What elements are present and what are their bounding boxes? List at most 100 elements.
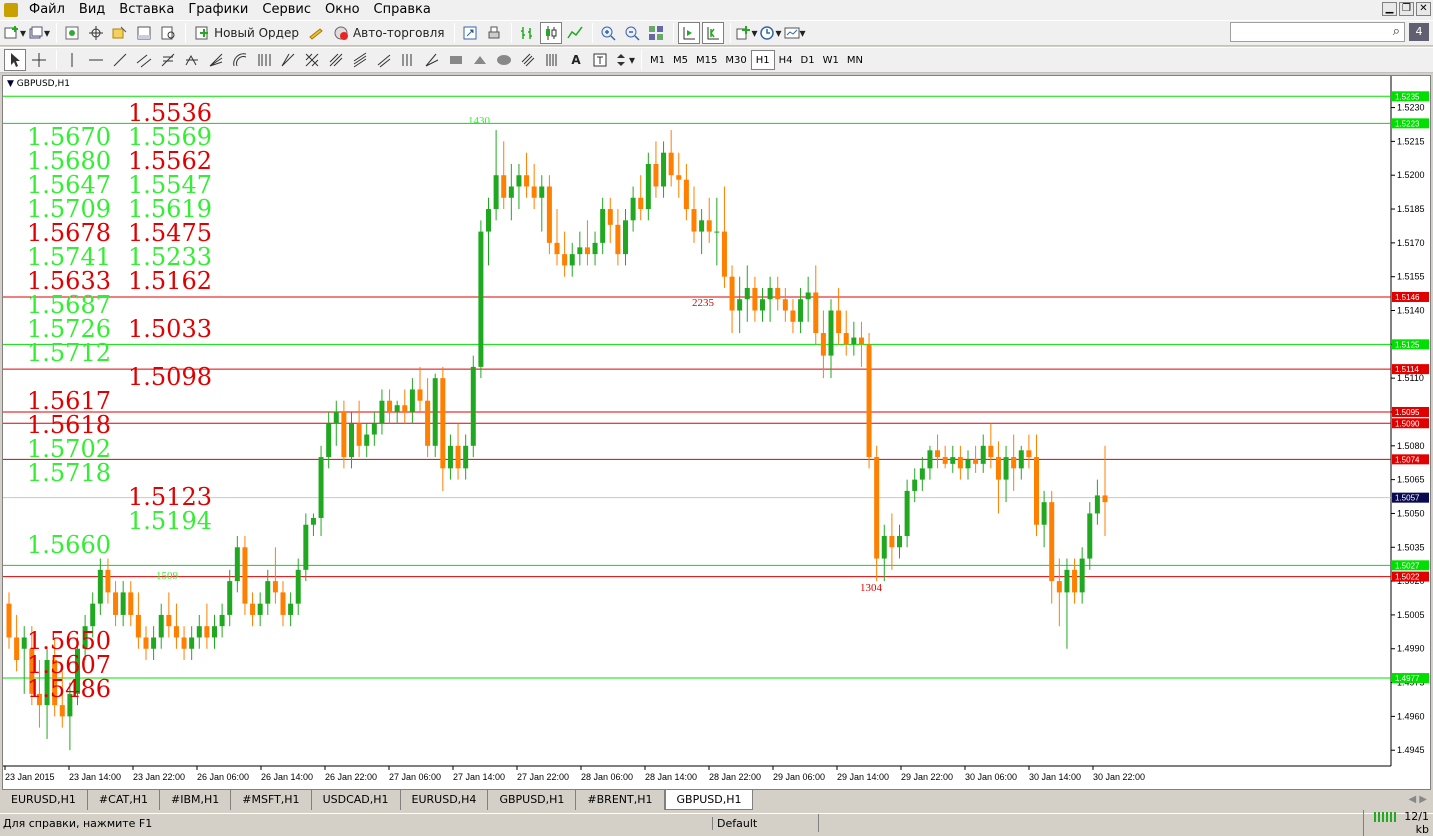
chart-shift-button[interactable] — [678, 22, 701, 44]
close-icon[interactable]: ✕ — [1416, 2, 1431, 16]
candle-body — [508, 186, 514, 198]
fullscreen-button[interactable] — [459, 22, 481, 44]
print-button[interactable] — [483, 22, 505, 44]
andrews-button[interactable] — [421, 49, 443, 71]
chart-window[interactable]: 1.5230 1.5215 1.5200 1.5185 1.5170 1.5155 1.51… — [2, 75, 1431, 790]
navigator-button[interactable] — [109, 22, 131, 44]
price-tick-label: 1.5215 — [1397, 136, 1425, 146]
horizontal-line-button[interactable] — [85, 49, 107, 71]
search-icon[interactable]: ⌕ — [1393, 24, 1400, 39]
fibo-timezones-button[interactable] — [253, 49, 275, 71]
menu-view[interactable]: Вид — [72, 0, 112, 20]
timeframe-h1[interactable]: H1 — [750, 50, 775, 70]
candle-body — [516, 175, 522, 187]
tab-eurusd-h4[interactable]: EURUSD,H4 — [401, 790, 489, 810]
tab-usdcad-h1[interactable]: USDCAD,H1 — [312, 790, 401, 810]
equidistant-channel-button[interactable] — [133, 49, 155, 71]
autotrading-button[interactable]: Авто-торговля — [329, 22, 449, 44]
time-tick-label: 27 Jan 22:00 — [517, 772, 569, 782]
menu-insert[interactable]: Вставка — [112, 0, 181, 20]
tab-brent-h1[interactable]: #BRENT,H1 — [576, 790, 665, 810]
arrows-button[interactable]: ▾ — [613, 49, 635, 71]
indicators-button[interactable]: ▾ — [735, 22, 757, 44]
ellipse-button[interactable] — [493, 49, 515, 71]
gann-grid-button[interactable] — [301, 49, 323, 71]
tab-scroll-icon[interactable]: ◀ ▶ — [1408, 794, 1427, 805]
channel-button[interactable] — [517, 49, 539, 71]
tile-windows-button[interactable] — [645, 22, 667, 44]
fibo-expansion-button[interactable] — [181, 49, 203, 71]
new-chart-button[interactable]: ▾ — [4, 22, 26, 44]
candle-body — [394, 405, 400, 412]
candle-body — [729, 276, 735, 311]
menu-help[interactable]: Справка — [367, 0, 438, 20]
line-chart-button[interactable] — [564, 22, 586, 44]
data-window-button[interactable] — [85, 22, 107, 44]
status-empty — [818, 814, 1363, 832]
stddev-channel-button[interactable] — [373, 49, 395, 71]
candle-body — [1041, 502, 1047, 525]
timeframe-m1[interactable]: M1 — [646, 50, 669, 70]
fibo-fan-button[interactable] — [205, 49, 227, 71]
crosshair-button[interactable] — [28, 49, 50, 71]
pitchfork-button[interactable] — [325, 49, 347, 71]
tab-msft-h1[interactable]: #MSFT,H1 — [231, 790, 312, 810]
timeframe-m5[interactable]: M5 — [669, 50, 692, 70]
tab-gbpusd-h1-a[interactable]: GBPUSD,H1 — [488, 790, 577, 810]
price-chart[interactable]: 1.5230 1.5215 1.5200 1.5185 1.5170 1.5155 1.51… — [3, 76, 1430, 789]
timeframe-h4[interactable]: H4 — [775, 50, 797, 70]
menu-window[interactable]: Окно — [318, 0, 367, 20]
candle-body — [721, 231, 727, 277]
periods-button[interactable]: ▾ — [759, 22, 782, 44]
fibonacci-button[interactable] — [157, 49, 179, 71]
candlestick-chart-button[interactable] — [540, 22, 563, 44]
tab-ibm-h1[interactable]: #IBM,H1 — [160, 790, 232, 810]
timeframe-m15[interactable]: M15 — [692, 50, 721, 70]
vertical-line-button[interactable] — [61, 49, 83, 71]
profiles-button[interactable]: ▾ — [28, 22, 50, 44]
zoom-in-button[interactable] — [597, 22, 619, 44]
market-watch-button[interactable] — [61, 22, 83, 44]
bar-chart-button[interactable] — [516, 22, 538, 44]
cursor-button[interactable] — [4, 49, 26, 71]
candle-body — [90, 603, 96, 627]
gann-line-button[interactable] — [277, 49, 299, 71]
menu-charts[interactable]: Графики — [181, 0, 255, 20]
search-input[interactable]: ⌕ — [1230, 22, 1405, 42]
minimize-icon[interactable]: ▁ — [1382, 2, 1397, 16]
time-tick-label: 27 Jan 06:00 — [389, 772, 441, 782]
candle-body — [97, 569, 103, 604]
tab-cat-h1[interactable]: #CAT,H1 — [88, 790, 160, 810]
terminal-button[interactable] — [133, 22, 155, 44]
level-label: 1.5074 — [1395, 455, 1420, 464]
cycle-lines-button[interactable] — [397, 49, 419, 71]
fibo-arcs-button[interactable] — [229, 49, 251, 71]
timeframe-d1[interactable]: D1 — [797, 50, 819, 70]
tab-eurusd-h1[interactable]: EURUSD,H1 — [0, 790, 88, 810]
metaeditor-button[interactable] — [305, 22, 327, 44]
menu-file[interactable]: Файл — [22, 0, 72, 20]
new-order-button[interactable]: Новый Ордер — [190, 22, 303, 44]
strategy-tester-button[interactable] — [157, 22, 179, 44]
candle-body — [668, 152, 674, 176]
timeframe-m30[interactable]: M30 — [721, 50, 750, 70]
candle-body — [181, 637, 187, 649]
timeframe-w1[interactable]: W1 — [819, 50, 843, 70]
trendline-button[interactable] — [109, 49, 131, 71]
regression-channel-button[interactable] — [349, 49, 371, 71]
text-button[interactable]: A — [565, 49, 587, 71]
triangle-button[interactable] — [469, 49, 491, 71]
menu-tools[interactable]: Сервис — [255, 0, 318, 20]
text-label-button[interactable] — [589, 49, 611, 71]
notifications-icon[interactable]: 4 — [1409, 23, 1429, 41]
autoscroll-button[interactable] — [702, 22, 725, 44]
tab-gbpusd-h1-active[interactable]: GBPUSD,H1 — [664, 790, 754, 810]
restore-icon[interactable]: ❐ — [1399, 2, 1414, 16]
templates-button[interactable]: ▾ — [784, 22, 806, 44]
level-label: 1.4977 — [1395, 674, 1420, 683]
elliott-button[interactable] — [541, 49, 563, 71]
zoom-out-button[interactable] — [621, 22, 643, 44]
connection-icon — [1374, 812, 1399, 822]
rectangle-button[interactable] — [445, 49, 467, 71]
timeframe-mn[interactable]: MN — [843, 50, 867, 70]
